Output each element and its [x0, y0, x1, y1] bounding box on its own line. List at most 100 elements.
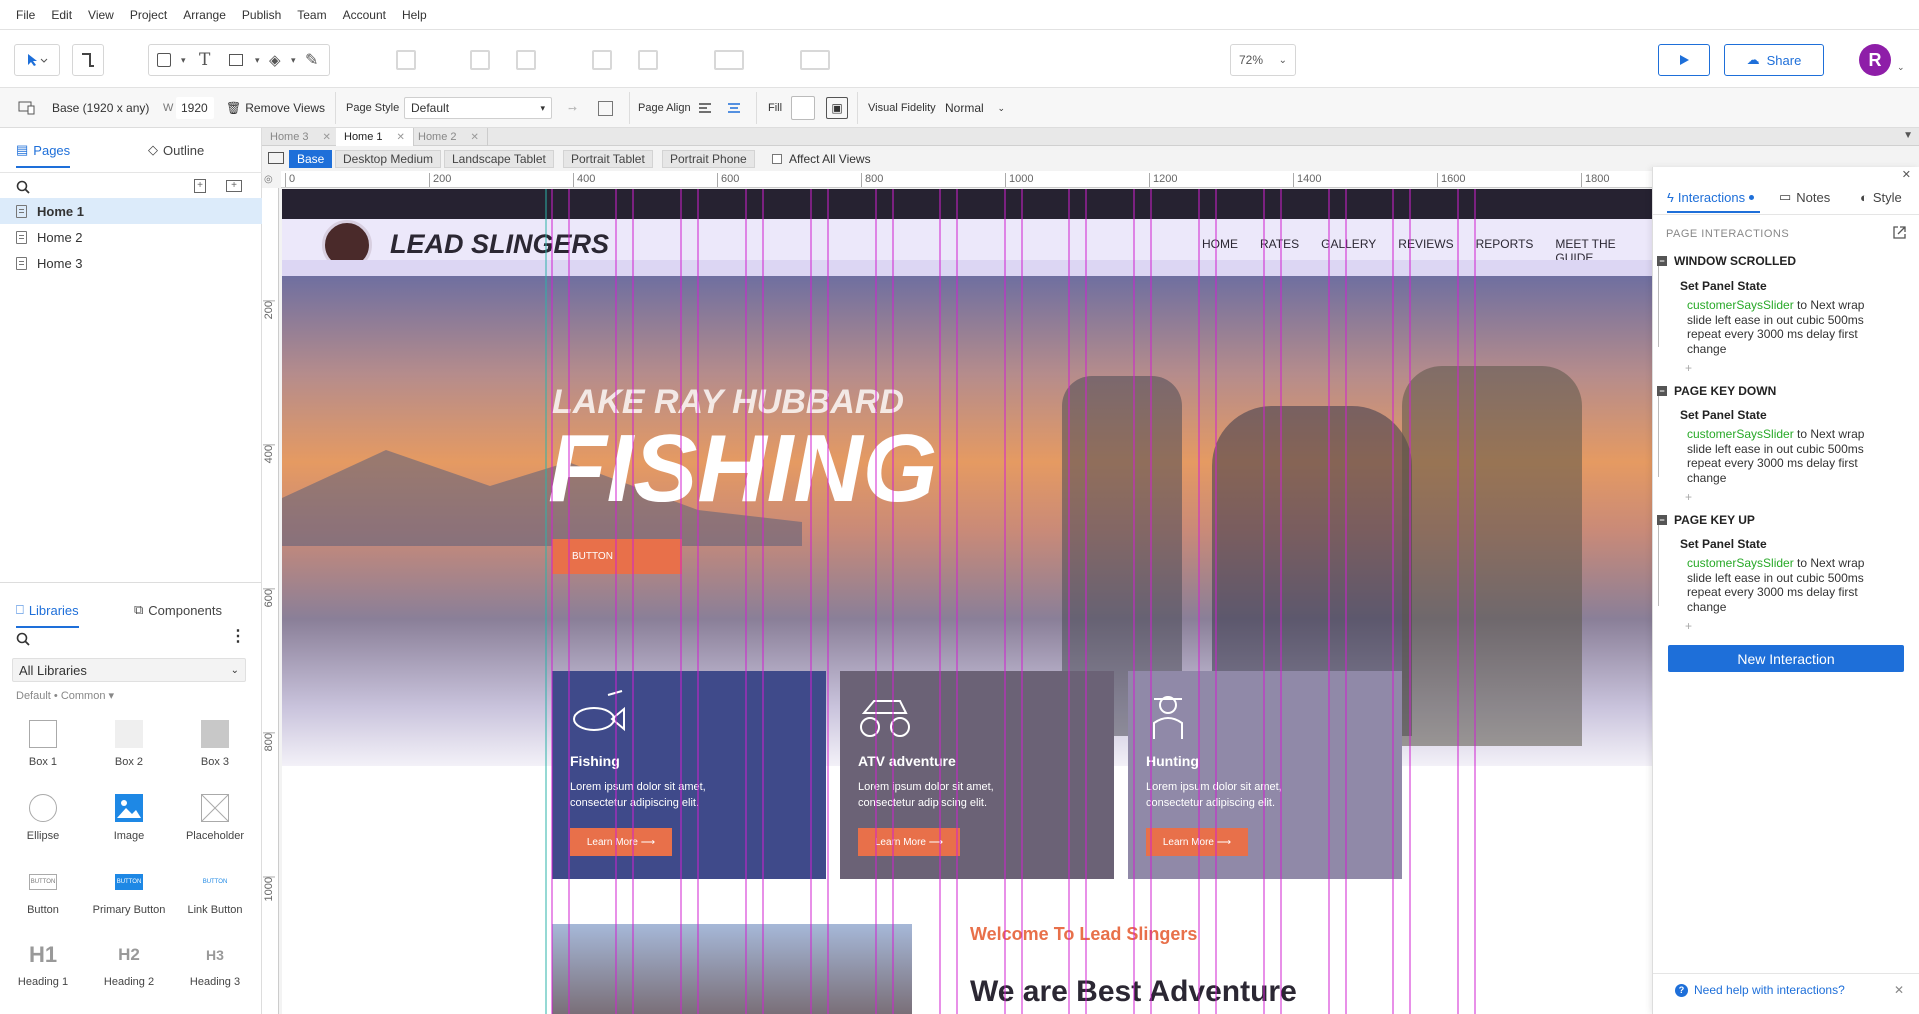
widget-button[interactable]: BUTTON Button: [0, 868, 86, 916]
chevron-down-icon[interactable]: ▾: [255, 55, 260, 66]
style-manager-icon[interactable]: [598, 88, 613, 128]
page-item-home-1[interactable]: Home 1: [0, 198, 262, 224]
align-center-icon[interactable]: [727, 88, 741, 128]
close-icon[interactable]: ✕: [1894, 983, 1904, 997]
tab-libraries[interactable]: ⎕ Libraries: [16, 596, 79, 628]
view-tab-desktop-medium[interactable]: Desktop Medium: [335, 150, 442, 168]
doc-tab-home-2[interactable]: Home 2 ✕: [410, 128, 488, 146]
menu-publish[interactable]: Publish: [234, 8, 289, 22]
menu-edit[interactable]: Edit: [43, 8, 80, 22]
search-icon[interactable]: [16, 632, 30, 646]
ungroup-icon[interactable]: [638, 50, 658, 70]
view-tab-landscape-tablet[interactable]: Landscape Tablet: [444, 150, 554, 168]
menu-view[interactable]: View: [80, 8, 122, 22]
action-description[interactable]: customerSaysSlider to Next wrap slide le…: [1687, 427, 1887, 485]
page-style-select[interactable]: Default ▾: [404, 97, 552, 119]
collapse-icon[interactable]: −: [1657, 256, 1667, 266]
align-icon[interactable]: [714, 50, 744, 70]
doc-tab-home-1[interactable]: Home 1 ✕: [336, 128, 414, 146]
tab-pages[interactable]: ▤ Pages: [16, 136, 71, 168]
menu-file[interactable]: File: [8, 8, 43, 22]
rectangle-tool-icon[interactable]: [157, 53, 171, 67]
add-page-icon[interactable]: +: [194, 179, 206, 193]
menu-help[interactable]: Help: [394, 8, 435, 22]
help-link[interactable]: ? Need help with interactions?: [1675, 983, 1845, 997]
more-options-icon[interactable]: ⋮: [230, 629, 246, 645]
lock-icon[interactable]: [592, 50, 612, 70]
library-select[interactable]: All Libraries ⌄: [12, 658, 246, 682]
close-icon[interactable]: ✕: [323, 132, 331, 143]
view-tab-portrait-phone[interactable]: Portrait Phone: [662, 150, 755, 168]
menu-arrange[interactable]: Arrange: [175, 8, 234, 22]
tab-interactions[interactable]: ϟ Interactions: [1667, 187, 1755, 207]
widget-box-1[interactable]: Box 1: [0, 720, 86, 768]
add-folder-icon[interactable]: +: [226, 180, 242, 192]
widget-heading-2[interactable]: H2 Heading 2: [86, 942, 172, 988]
widget-image[interactable]: Image: [86, 794, 172, 842]
connector-tool-button[interactable]: [72, 44, 104, 76]
page-item-home-3[interactable]: Home 3: [0, 250, 262, 276]
collapse-icon[interactable]: −: [1657, 515, 1667, 525]
adaptive-view-icon[interactable]: [18, 88, 36, 128]
add-action-icon[interactable]: +: [1685, 490, 1692, 504]
event-page-key-up[interactable]: − PAGE KEY UP: [1657, 513, 1755, 527]
widget-box-2[interactable]: Box 2: [86, 720, 172, 768]
widget-box-3[interactable]: Box 3: [172, 720, 258, 768]
bring-front-icon[interactable]: [470, 50, 490, 70]
pen-tool-icon[interactable]: ✎: [305, 50, 318, 70]
widget-heading-1[interactable]: H1 Heading 1: [0, 942, 86, 988]
tab-outline[interactable]: ◇ Outline: [148, 136, 204, 164]
widget-ellipse[interactable]: Ellipse: [0, 794, 86, 842]
event-page-key-down[interactable]: − PAGE KEY DOWN: [1657, 384, 1776, 398]
menu-account[interactable]: Account: [335, 8, 394, 22]
open-external-icon[interactable]: [1892, 225, 1907, 240]
width-input[interactable]: 1920: [176, 97, 214, 119]
widget-link-button[interactable]: BUTTON Link Button: [172, 868, 258, 916]
tab-overflow-icon[interactable]: ▼: [1903, 130, 1913, 141]
widget-primary-button[interactable]: BUTTON Primary Button: [86, 868, 172, 916]
send-back-icon[interactable]: [516, 50, 536, 70]
fill-color-swatch[interactable]: [791, 96, 815, 120]
share-button[interactable]: ☁ Share: [1724, 44, 1824, 76]
text-tool-icon[interactable]: T: [199, 50, 210, 70]
group-icon[interactable]: [396, 50, 416, 70]
add-action-icon[interactable]: +: [1685, 619, 1692, 633]
close-icon[interactable]: ✕: [471, 132, 479, 143]
library-path[interactable]: Default • Common ▾: [16, 689, 114, 702]
chevron-down-icon[interactable]: ▾: [181, 55, 186, 66]
close-icon[interactable]: ✕: [397, 132, 405, 143]
preview-button[interactable]: [1658, 44, 1710, 76]
edit-style-icon[interactable]: ➙: [568, 88, 577, 128]
add-action-icon[interactable]: +: [1685, 361, 1692, 375]
chevron-down-icon[interactable]: ▾: [291, 55, 296, 66]
view-tab-portrait-tablet[interactable]: Portrait Tablet: [563, 150, 653, 168]
align-left-icon[interactable]: [698, 88, 712, 128]
widget-placeholder[interactable]: Placeholder: [172, 794, 258, 842]
tab-components[interactable]: ⧉ Components: [134, 596, 222, 624]
chevron-down-icon[interactable]: ⌄: [1897, 62, 1905, 73]
tab-style[interactable]: ◐ Style: [1860, 187, 1902, 207]
fill-image-icon[interactable]: ▣: [826, 97, 848, 119]
avatar[interactable]: R: [1859, 44, 1891, 76]
event-window-scrolled[interactable]: − WINDOW SCROLLED: [1657, 254, 1796, 268]
affect-all-checkbox[interactable]: [772, 154, 782, 164]
design-canvas[interactable]: LEAD SLINGERS HOME RATES GALLERY REVIEWS…: [282, 189, 1652, 1014]
page-item-home-2[interactable]: Home 2: [0, 224, 262, 250]
action-label[interactable]: Set Panel State: [1680, 408, 1767, 422]
remove-views-button[interactable]: 🗑 Remove Views: [226, 88, 325, 128]
widget-heading-3[interactable]: H3 Heading 3: [172, 942, 258, 988]
action-description[interactable]: customerSaysSlider to Next wrap slide le…: [1687, 556, 1887, 614]
doc-tab-home-3[interactable]: Home 3 ✕: [262, 128, 340, 146]
search-icon[interactable]: [16, 180, 30, 194]
menu-project[interactable]: Project: [122, 8, 175, 22]
zoom-select[interactable]: 72% ⌄: [1230, 44, 1296, 76]
action-label[interactable]: Set Panel State: [1680, 279, 1767, 293]
menu-team[interactable]: Team: [289, 8, 334, 22]
collapse-icon[interactable]: −: [1657, 386, 1667, 396]
layers-tool-icon[interactable]: ◈: [269, 51, 281, 69]
adaptive-view-icon[interactable]: [268, 152, 284, 164]
close-icon[interactable]: ✕: [1902, 168, 1911, 181]
visual-fidelity-select[interactable]: Normal ⌄: [938, 97, 1012, 119]
action-description[interactable]: customerSaysSlider to Next wrap slide le…: [1687, 298, 1887, 356]
distribute-icon[interactable]: [800, 50, 830, 70]
